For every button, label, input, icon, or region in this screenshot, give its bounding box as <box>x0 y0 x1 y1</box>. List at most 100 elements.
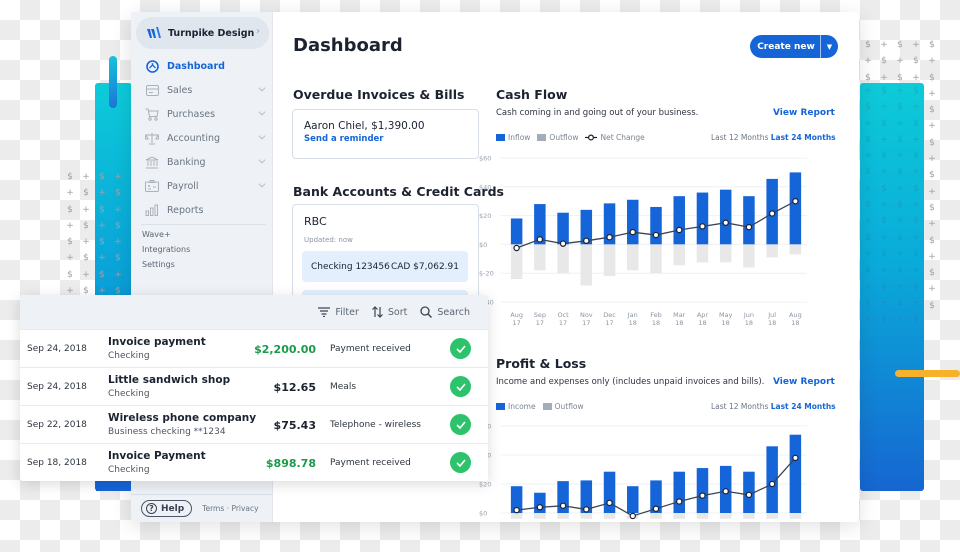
bar-outflow <box>510 513 523 519</box>
range-last-24-months[interactable]: Last 24 Months <box>771 133 836 142</box>
y-tick-label: $-20 <box>479 270 494 278</box>
net-change-point <box>676 498 683 505</box>
filter-button[interactable]: Filter <box>318 307 359 318</box>
transaction-amount: $75.43 <box>273 419 316 432</box>
net-change-point <box>652 505 660 512</box>
bar-outflow <box>719 513 732 519</box>
x-tick-label: 17 <box>582 319 590 327</box>
legend-item-inflow[interactable]: Inflow <box>496 133 530 142</box>
decorative-bar-left-tip <box>109 56 117 108</box>
transaction-amount: $2,200.00 <box>254 343 316 356</box>
bar-outflow <box>673 244 685 266</box>
x-tick-label: Oct <box>557 311 569 319</box>
profit-loss-view-report-link[interactable]: View Report <box>773 377 835 387</box>
caret-down-icon[interactable]: ▼ <box>821 43 838 51</box>
bar-inflow <box>696 192 709 245</box>
transaction-amount: $12.65 <box>273 381 316 394</box>
legend-item-income[interactable]: Income <box>496 402 536 411</box>
chevron-down-icon <box>258 132 266 140</box>
search-button[interactable]: Search <box>420 306 470 318</box>
sidebar-item-label: Purchases <box>167 108 216 120</box>
inflow-swatch <box>496 134 505 141</box>
cash-flow-view-report-link[interactable]: View Report <box>773 108 835 118</box>
bar-inflow <box>510 218 523 245</box>
x-tick-label: 18 <box>698 319 706 327</box>
check-circle-icon[interactable] <box>450 338 471 359</box>
chevron-down-icon <box>258 156 266 164</box>
transaction-row[interactable]: Sep 24, 2018 Invoice payment Checking $2… <box>20 329 488 367</box>
cash-flow-chart: $60$40$20$0$-20$-40Aug17Sep17Oct17Nov17D… <box>479 155 807 327</box>
sidebar-item-purchases[interactable]: Purchases <box>131 102 273 126</box>
sidebar-item-sales[interactable]: Sales <box>131 78 273 102</box>
legend-item-outflow[interactable]: Outflow <box>537 133 578 142</box>
bar-outflow <box>603 244 616 277</box>
sidebar-link-integrations[interactable]: Integrations <box>142 242 190 257</box>
transaction-category[interactable]: Payment received <box>330 344 411 354</box>
transaction-amount: $898.78 <box>265 457 316 470</box>
sidebar-link-settings[interactable]: Settings <box>142 257 190 272</box>
sidebar-item-dashboard[interactable]: Dashboard <box>131 54 273 78</box>
create-new-button[interactable]: Create new ▼ <box>750 35 838 58</box>
legend-item-outflow[interactable]: Outflow <box>542 402 584 411</box>
bar-outflow <box>557 513 569 519</box>
card-icon <box>145 84 159 97</box>
x-tick-label: 18 <box>722 319 730 327</box>
x-tick-label: Feb <box>650 311 662 319</box>
income-swatch <box>496 403 505 410</box>
check-circle-icon[interactable] <box>450 376 471 397</box>
terms-link[interactable]: Terms <box>202 504 224 513</box>
sort-icon <box>371 306 383 318</box>
transaction-category[interactable]: Telephone - wireless <box>330 420 421 430</box>
x-tick-label: Aug <box>789 311 802 319</box>
chevron-down-icon <box>258 84 266 92</box>
y-tick-label: $0 <box>479 241 487 249</box>
overdue-entry: Aaron Chiel, $1,390.00 <box>304 120 425 132</box>
x-tick-label: 17 <box>559 319 567 327</box>
bar-outflow <box>719 244 732 263</box>
bar-income <box>603 471 616 514</box>
transaction-row[interactable]: Sep 18, 2018 Invoice Payment Checking $8… <box>20 443 488 481</box>
range-last-24-months[interactable]: Last 24 Months <box>771 402 836 411</box>
bar-outflow <box>766 244 778 258</box>
send-reminder-link[interactable]: Send a reminder <box>304 134 384 144</box>
x-tick-label: Sep <box>534 311 546 319</box>
legal-separator: · <box>226 504 230 513</box>
sort-button[interactable]: Sort <box>371 306 407 318</box>
search-icon <box>420 306 433 318</box>
transaction-category[interactable]: Payment received <box>330 458 411 468</box>
sidebar-item-banking[interactable]: Banking <box>131 150 273 174</box>
scale-icon <box>145 132 159 145</box>
net-change-point <box>583 237 590 245</box>
net-change-point <box>722 219 729 227</box>
help-button[interactable]: ? Help <box>141 500 193 517</box>
check-circle-icon[interactable] <box>450 452 471 473</box>
page-title: Dashboard <box>293 35 403 56</box>
sidebar-item-label: Sales <box>167 84 193 96</box>
x-tick-label: Aug <box>510 311 523 319</box>
cart-icon <box>145 108 159 121</box>
transaction-row[interactable]: Sep 22, 2018 Wireless phone company Busi… <box>20 405 488 443</box>
legend-item-net-change[interactable]: Net Change <box>585 133 645 142</box>
range-last-12-months[interactable]: Last 12 Months <box>711 133 768 142</box>
dashboard-icon <box>145 59 159 73</box>
privacy-link[interactable]: Privacy <box>231 504 258 513</box>
cash-flow-title: Cash Flow <box>496 87 568 102</box>
sidebar-item-label: Banking <box>167 156 206 168</box>
business-switcher[interactable]: Turnpike Design › <box>136 17 269 49</box>
x-tick-label: 18 <box>652 319 660 327</box>
search-label: Search <box>437 306 470 318</box>
sidebar-link-wave-plus[interactable]: Wave+ <box>142 227 190 242</box>
bar-outflow <box>696 244 709 263</box>
net-change-point <box>559 502 567 509</box>
transaction-row[interactable]: Sep 24, 2018 Little sandwich shop Checki… <box>20 367 488 405</box>
bar-outflow <box>534 513 546 519</box>
transactions-panel: Filter Sort Search Sep 24, 2018 Invoice … <box>20 295 488 481</box>
sidebar-item-payroll[interactable]: Payroll <box>131 174 273 198</box>
transaction-category[interactable]: Meals <box>330 382 356 392</box>
sidebar-item-accounting[interactable]: Accounting <box>131 126 273 150</box>
bank-account-row[interactable]: Checking 123456 CAD $7,062.91 <box>302 251 468 282</box>
sidebar-item-reports[interactable]: Reports <box>131 198 273 222</box>
x-tick-label: 18 <box>745 319 753 327</box>
check-circle-icon[interactable] <box>450 414 471 435</box>
range-last-12-months[interactable]: Last 12 Months <box>711 402 768 411</box>
